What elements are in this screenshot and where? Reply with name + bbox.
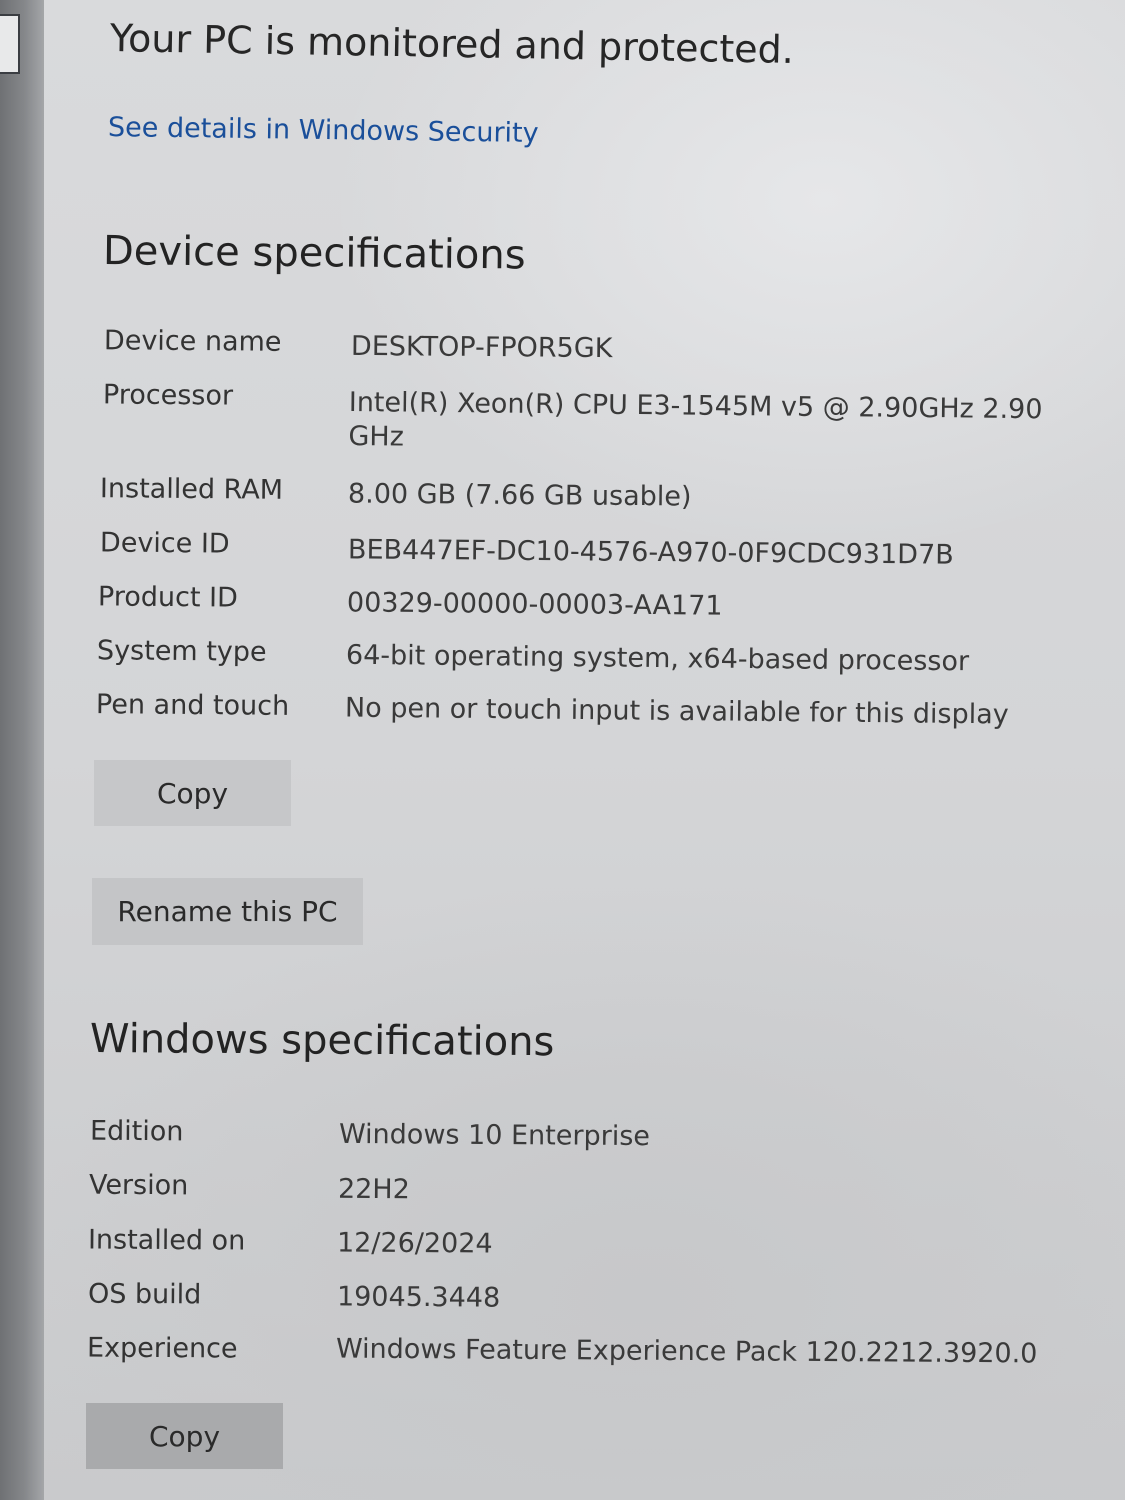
device-name-value: DESKTOP-FPOR5GK xyxy=(350,330,613,365)
product-id-value: 00329-00000-00003-AA171 xyxy=(346,587,723,622)
installed-on-label: Installed on xyxy=(87,1224,246,1257)
copy-device-specs-button[interactable]: Copy xyxy=(94,760,291,826)
windows-specifications-heading: Windows specifications xyxy=(89,1016,555,1066)
windows-security-link[interactable]: See details in Windows Security xyxy=(108,112,539,149)
copy-windows-specs-button[interactable]: Copy xyxy=(86,1403,283,1469)
left-navigation-strip xyxy=(0,0,44,1500)
os-build-label: OS build xyxy=(87,1278,202,1311)
collapsed-pane-tab[interactable] xyxy=(0,14,20,74)
installed-ram-value: 8.00 GB (7.66 GB usable) xyxy=(347,478,692,513)
product-id-label: Product ID xyxy=(97,581,238,614)
experience-label: Experience xyxy=(86,1332,238,1365)
processor-label: Processor xyxy=(102,379,234,412)
system-type-label: System type xyxy=(96,635,267,668)
installed-ram-label: Installed RAM xyxy=(99,473,284,506)
edition-value: Windows 10 Enterprise xyxy=(338,1118,651,1153)
device-id-label: Device ID xyxy=(99,527,230,560)
device-name-label: Device name xyxy=(103,325,282,358)
system-type-value: 64-bit operating system, x64-based proce… xyxy=(345,639,970,678)
device-id-value: BEB447EF-DC10-4576-A970-0F9CDC931D7B xyxy=(347,534,954,571)
processor-value: Intel(R) Xeon(R) CPU E3-1545M v5 @ 2.90G… xyxy=(348,386,1043,453)
installed-on-value: 12/26/2024 xyxy=(336,1227,493,1260)
rename-pc-button[interactable]: Rename this PC xyxy=(92,878,363,945)
version-label: Version xyxy=(88,1169,189,1202)
version-value: 22H2 xyxy=(337,1173,410,1206)
experience-value: Windows Feature Experience Pack 120.2212… xyxy=(335,1333,1038,1370)
pen-and-touch-label: Pen and touch xyxy=(95,689,290,722)
os-build-value: 19045.3448 xyxy=(336,1281,501,1314)
device-specifications-heading: Device specifications xyxy=(102,228,526,279)
about-panel xyxy=(44,0,1125,1500)
edition-label: Edition xyxy=(89,1115,184,1148)
